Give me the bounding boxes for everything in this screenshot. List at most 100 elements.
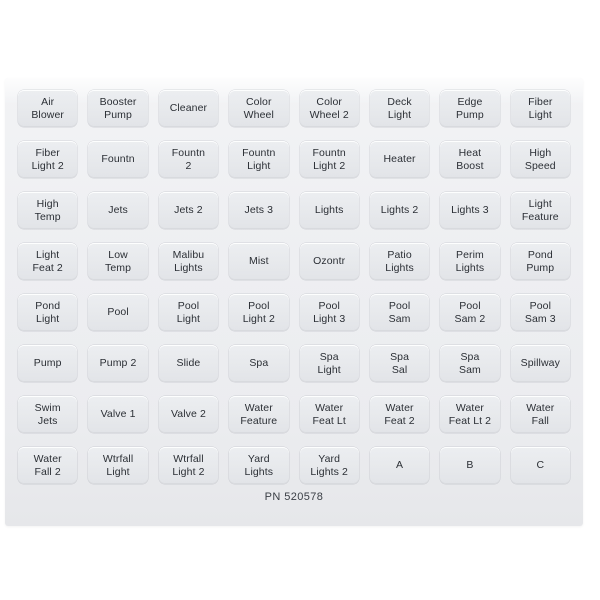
label-key-water-fall-2[interactable]: Water Fall 2 [18, 447, 78, 484]
label-key-pool-light[interactable]: Pool Light [158, 294, 219, 331]
label-key-text: Pond Pump [526, 249, 555, 274]
label-key-text: Fountn Light 2 [312, 147, 346, 172]
label-key-text: Perim Lights [455, 249, 485, 274]
part-number: PN 520578 [264, 491, 324, 503]
label-key-yard-lights[interactable]: Yard Lights [229, 447, 289, 484]
label-key-text: Patio Lights [385, 249, 414, 274]
label-key-pool-sam-2[interactable]: Pool Sam 2 [440, 294, 500, 331]
label-key-text: Deck Light [387, 96, 412, 121]
label-key-water-feat-2[interactable]: Water Feat 2 [369, 396, 430, 433]
screenshot-canvas: Air Blower Booster Pump Cleaner Color Wheel… [0, 0, 600, 600]
label-key-pool-sam[interactable]: Pool Sam [369, 294, 430, 331]
label-key-spa-light[interactable]: Spa Light [299, 345, 359, 382]
label-key-text: Spa [249, 357, 269, 370]
label-key-text: Pump 2 [99, 357, 137, 370]
label-key-text: Color Wheel [243, 96, 274, 121]
label-key-pool-light-3[interactable]: Pool Light 3 [299, 294, 359, 331]
label-key-yard-lights-2[interactable]: Yard Lights 2 [299, 447, 359, 484]
label-key-pond-pump[interactable]: Pond Pump [510, 243, 570, 280]
label-key-water-fall[interactable]: Water Fall [510, 396, 570, 433]
label-key-pool-sam-3[interactable]: Pool Sam 3 [510, 294, 570, 331]
label-key-high-temp[interactable]: High Temp [18, 192, 78, 229]
label-key-pool[interactable]: Pool [88, 294, 148, 331]
label-key-cleaner[interactable]: Cleaner [158, 90, 219, 127]
label-key-mist[interactable]: Mist [229, 243, 289, 280]
label-key-pool-light-2[interactable]: Pool Light 2 [229, 294, 289, 331]
label-key-spa[interactable]: Spa [229, 345, 289, 382]
label-key-deck-light[interactable]: Deck Light [369, 90, 430, 127]
label-key-color-wheel-2[interactable]: Color Wheel 2 [299, 90, 359, 127]
label-key-letter-b[interactable]: B [440, 447, 500, 484]
label-key-patio-lights[interactable]: Patio Lights [369, 243, 430, 280]
label-key-fountn-light-2[interactable]: Fountn Light 2 [299, 141, 359, 178]
label-key-malibu-lights[interactable]: Malibu Lights [158, 243, 219, 280]
label-key-text: Yard Lights [244, 453, 274, 478]
label-key-edge-pump[interactable]: Edge Pump [440, 90, 500, 127]
label-key-fountn-light[interactable]: Fountn Light [229, 141, 289, 178]
label-key-pump-2[interactable]: Pump 2 [88, 345, 148, 382]
label-key-heat-boost[interactable]: Heat Boost [440, 141, 500, 178]
label-key-color-wheel[interactable]: Color Wheel [229, 90, 289, 127]
label-key-valve-1[interactable]: Valve 1 [88, 396, 148, 433]
label-key-valve-2[interactable]: Valve 2 [158, 396, 219, 433]
label-key-spillway[interactable]: Spillway [510, 345, 570, 382]
label-key-text: Water Feat 2 [384, 402, 415, 427]
label-key-text: Edge Pump [456, 96, 484, 121]
label-key-text: Fountn [101, 153, 135, 166]
label-key-text: Pool [107, 306, 129, 319]
label-key-light-feat-2[interactable]: Light Feat 2 [18, 243, 78, 280]
label-key-letter-a[interactable]: A [369, 447, 430, 484]
label-key-swim-jets[interactable]: Swim Jets [18, 396, 78, 433]
label-key-ozontr[interactable]: Ozontr [299, 243, 359, 280]
label-key-low-temp[interactable]: Low Temp [88, 243, 148, 280]
label-key-jets-3[interactable]: Jets 3 [229, 192, 289, 229]
label-key-heater[interactable]: Heater [369, 141, 430, 178]
label-key-text: Lights 2 [380, 204, 419, 217]
label-key-letter-c[interactable]: C [510, 447, 570, 484]
label-key-grid: Air Blower Booster Pump Cleaner Color Wheel… [18, 90, 570, 484]
label-key-fountn[interactable]: Fountn [88, 141, 148, 178]
label-key-wtrfall-light-2[interactable]: Wtrfall Light 2 [158, 447, 219, 484]
label-key-water-feature[interactable]: Water Feature [229, 396, 289, 433]
label-key-text: Wtrfall Light [102, 453, 134, 478]
label-key-water-feat-lt[interactable]: Water Feat Lt [299, 396, 359, 433]
label-key-text: Pond Light [35, 300, 61, 325]
label-key-air-blower[interactable]: Air Blower [18, 90, 78, 127]
label-key-jets-2[interactable]: Jets 2 [158, 192, 219, 229]
label-key-wtrfall-light[interactable]: Wtrfall Light [88, 447, 148, 484]
label-key-text: Spa Light [317, 351, 341, 376]
label-key-text: Heat Boost [456, 147, 484, 172]
label-key-text: Jets 2 [174, 204, 203, 217]
label-key-text: Pool Sam [388, 300, 411, 325]
label-key-perim-lights[interactable]: Perim Lights [440, 243, 500, 280]
label-key-text: Fountn 2 [171, 147, 206, 172]
label-key-text: Spillway [520, 357, 560, 370]
label-key-jets[interactable]: Jets [88, 192, 148, 229]
label-key-lights-3[interactable]: Lights 3 [440, 192, 500, 229]
label-key-text: Wtrfall Light 2 [172, 453, 205, 478]
label-key-text: Fountn Light [242, 147, 276, 172]
label-key-lights-2[interactable]: Lights 2 [369, 192, 430, 229]
label-key-light-feature[interactable]: Light Feature [510, 192, 570, 229]
label-key-text: Ozontr [313, 255, 346, 268]
label-key-fiber-light-2[interactable]: Fiber Light 2 [18, 141, 78, 178]
label-key-pond-light[interactable]: Pond Light [18, 294, 78, 331]
label-key-text: Air Blower [31, 96, 65, 121]
label-key-text: Yard Lights 2 [310, 453, 348, 478]
label-key-text: Light Feature [521, 198, 559, 223]
label-key-fountn-2[interactable]: Fountn 2 [158, 141, 219, 178]
label-key-text: A [396, 459, 404, 472]
label-key-booster-pump[interactable]: Booster Pump [88, 90, 148, 127]
label-key-lights[interactable]: Lights [299, 192, 359, 229]
label-key-text: Low Temp [105, 249, 132, 274]
label-key-text: Swim Jets [34, 402, 61, 427]
label-key-water-feat-lt-2[interactable]: Water Feat Lt 2 [440, 396, 500, 433]
label-key-fiber-light[interactable]: Fiber Light [510, 90, 570, 127]
label-key-text: Jets 3 [244, 204, 274, 217]
label-key-slide[interactable]: Slide [158, 345, 219, 382]
label-key-text: Pump [33, 357, 62, 370]
label-key-spa-sam[interactable]: Spa Sam [440, 345, 500, 382]
label-key-high-speed[interactable]: High Speed [510, 141, 570, 178]
label-key-pump[interactable]: Pump [18, 345, 78, 382]
label-key-spa-sal[interactable]: Spa Sal [369, 345, 430, 382]
